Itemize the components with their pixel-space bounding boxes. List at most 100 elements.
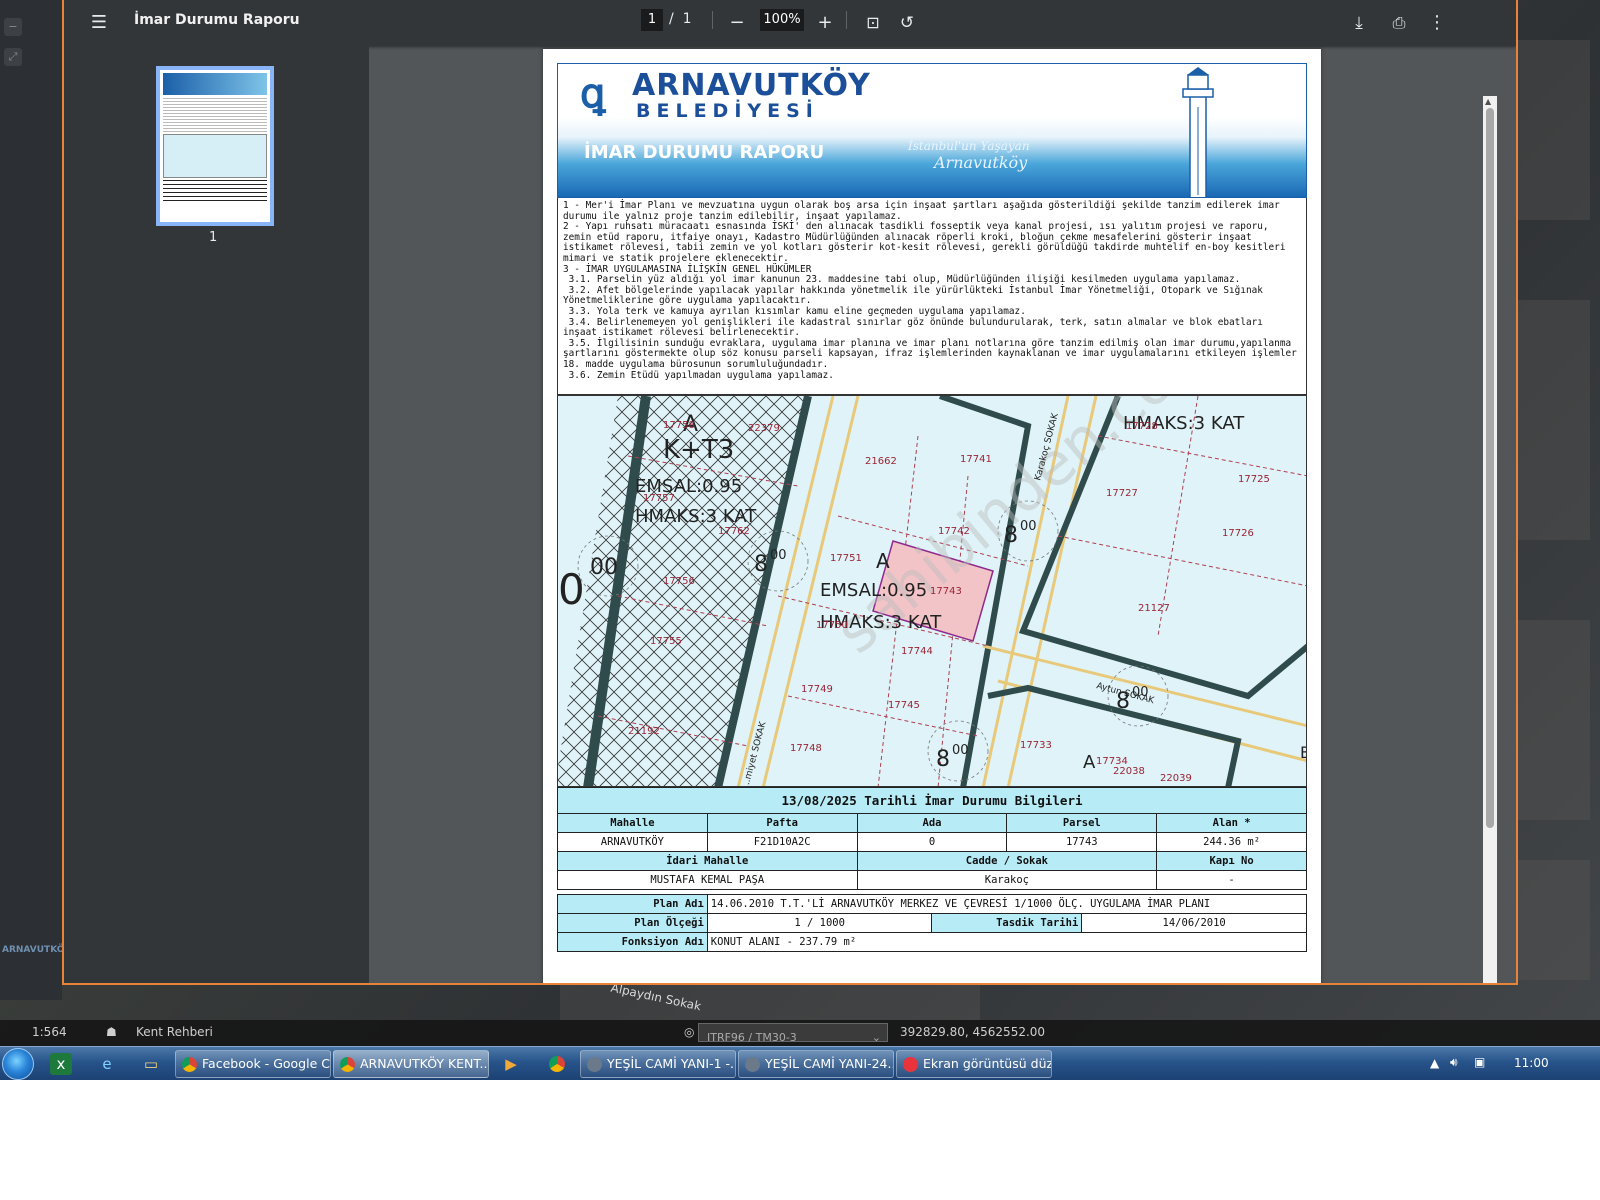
pdf-toolbar: ☰ İmar Durumu Raporu 1 / 1 − 100% + ⊡ ↺ … (64, 0, 1516, 46)
thumbnail-page-label: 1 (209, 230, 218, 245)
parcel-number-17742: 17742 (938, 526, 970, 537)
page-thumbnail[interactable] (156, 66, 274, 226)
rotate-icon[interactable]: ↺ (894, 10, 920, 36)
more-options-icon[interactable]: ⋮ (1424, 10, 1450, 36)
minus-icon[interactable]: − (4, 18, 22, 36)
zoom-in-icon[interactable]: + (812, 10, 838, 36)
map-scale: 1:564 (32, 1025, 67, 1039)
windows-taskbar: x e ▭ Facebook - Google C... ARNAVUTKÖY … (0, 1046, 1600, 1080)
value-kapi-no: - (1156, 870, 1307, 890)
header-plan-olcegi: Plan Ölçeği (557, 913, 708, 933)
parcel-number-17755: 17755 (650, 636, 682, 647)
zoning-map-drawing: sahibinden.com A K+T3 EMSAL:0.95 HMAKS:3… (558, 396, 1306, 786)
header-kapi-no: Kapı No (1156, 851, 1307, 871)
fullscreen-icon[interactable]: ⤢ (4, 48, 22, 66)
road-width-label: 8 (754, 552, 768, 577)
header-tasdik-tarihi: Tasdik Tarihi (931, 913, 1083, 933)
zoning-map: sahibinden.com A K+T3 EMSAL:0.95 HMAKS:3… (557, 395, 1307, 787)
header-idari-mahalle: İdari Mahalle (557, 851, 858, 871)
map-status-bar: 1:564 ☗ Kent Rehberi ◎ ITRF96 / TM30-3 ⌄ … (0, 1020, 1600, 1046)
task-facebook-chrome[interactable]: Facebook - Google C... (175, 1050, 331, 1078)
scroll-up-icon[interactable]: ▲ (1485, 97, 1491, 106)
page-number-input[interactable]: 1 (641, 9, 663, 31)
parcel-number-17745: 17745 (888, 700, 920, 711)
download-icon[interactable]: ⤓ (1346, 10, 1372, 36)
map-label: HMAKS:3 KAT (635, 506, 757, 527)
value-pafta: F21D10A2C (706, 832, 858, 852)
vertical-scrollbar[interactable]: ▲ ▼ (1483, 96, 1497, 983)
header-alan: Alan * (1156, 813, 1307, 833)
kent-rehberi-icon[interactable]: ☗ (106, 1025, 117, 1039)
value-plan-olcegi: 1 / 1000 (706, 913, 933, 933)
task-yesil-cami-1[interactable]: YEŞİL CAMİ YANI-1 -... (580, 1050, 736, 1078)
media-player-icon[interactable]: ▶ (500, 1053, 522, 1075)
file-explorer-icon[interactable]: ▭ (140, 1053, 162, 1075)
parcel-number-22379: 22379 (748, 423, 780, 434)
thumbnail-sidebar: 1 (64, 46, 369, 983)
map-label: EMSAL:0.95 (820, 580, 927, 601)
yandex-icon (903, 1057, 918, 1072)
start-button[interactable] (2, 1048, 34, 1080)
target-icon: ◎ (684, 1025, 695, 1039)
parcel-number-17748: 17748 (790, 743, 822, 754)
header-cadde-sokak: Cadde / Sokak (856, 851, 1158, 871)
value-idari-mahalle: MUSTAFA KEMAL PAŞA (557, 870, 858, 890)
fit-page-icon[interactable]: ⊡ (860, 10, 886, 36)
plan-info-table: Plan Adı 14.06.2010 T.T.'Lİ ARNAVUTKÖY M… (557, 894, 1308, 952)
lighthouse-icon (1182, 67, 1214, 197)
zoning-rules-text: 1 - Mer'i İmar Planı ve mevzuatına uygun… (557, 198, 1307, 395)
value-plan-adi: 14.06.2010 T.T.'Lİ ARNAVUTKÖY MERKEZ VE … (706, 894, 1308, 914)
print-icon[interactable]: ⎙ (1386, 10, 1412, 36)
parcel-number-17727: 17727 (1106, 488, 1138, 499)
map-label: 00 (590, 555, 618, 580)
kent-rehberi-label[interactable]: Kent Rehberi (136, 1025, 213, 1039)
zoom-out-icon[interactable]: − (724, 10, 750, 36)
header-ada: Ada (856, 813, 1008, 833)
parcel-number-22039: 22039 (1160, 773, 1192, 784)
report-banner: ꝗ ARNAVUTKÖY BELEDİYESİ İMAR DURUMU RAPO… (557, 63, 1307, 198)
paint-icon (745, 1057, 760, 1072)
task-yesil-cami-24[interactable]: YEŞİL CAMİ YANI-24... (738, 1050, 894, 1078)
chrome-icon[interactable] (546, 1053, 568, 1075)
parcel-number-17743: 17743 (930, 586, 962, 597)
header-plan-adi: Plan Adı (557, 894, 708, 914)
parcel-number-17757: 17757 (643, 493, 675, 504)
map-left-toolstrip: − ⤢ ARNAVUTKÖY (0, 0, 71, 1000)
map-label: A (1083, 752, 1096, 773)
municipality-name: ARNAVUTKÖY (632, 68, 871, 103)
info-title: 13/08/2025 Tarihli İmar Durumu Bilgileri (557, 787, 1307, 814)
zoom-level-input[interactable]: 100% (760, 9, 804, 31)
toolbar-divider (712, 11, 713, 29)
chrome-icon (182, 1057, 197, 1072)
pdf-page: ꝗ ARNAVUTKÖY BELEDİYESİ İMAR DURUMU RAPO… (543, 49, 1321, 983)
parcel-number-17751: 17751 (830, 553, 862, 564)
parcel-number-21127: 21127 (1138, 603, 1170, 614)
chrome-icon (340, 1057, 355, 1072)
system-tray: ▲ 🔊︎ ▣ 11:00 (1430, 1047, 1600, 1081)
internet-explorer-icon[interactable]: e (96, 1053, 118, 1075)
value-parsel: 17743 (1006, 832, 1158, 852)
toolbar-divider (846, 11, 847, 29)
report-title: İMAR DURUMU RAPORU (584, 142, 825, 163)
map-label: 0 (558, 565, 585, 614)
background-logo: ARNAVUTKÖY (2, 945, 71, 955)
parcel-number-17728: 17728 (1126, 421, 1158, 432)
road-width-label: 00 (770, 548, 787, 563)
banner-slogan: İstanbul'un Yaşayan Arnavutköy (908, 139, 1030, 172)
task-arnavutkoy-kent-rehberi[interactable]: ARNAVUTKÖY KENT... (333, 1050, 489, 1078)
parcel-number-17749: 17749 (801, 684, 833, 695)
parcel-number-17725: 17725 (1238, 474, 1270, 485)
road-width-label: 00 (1020, 519, 1037, 534)
excel-icon[interactable]: x (50, 1053, 72, 1075)
scrollbar-thumb[interactable] (1486, 108, 1494, 828)
parcel-number-17756: 17756 (663, 576, 695, 587)
volume-icon[interactable]: 🔊︎ (1450, 1055, 1458, 1070)
network-icon[interactable]: ▣ (1474, 1055, 1485, 1069)
header-pafta: Pafta (706, 813, 858, 833)
clock[interactable]: 11:00 (1514, 1056, 1549, 1070)
menu-icon[interactable]: ☰ (86, 10, 112, 36)
task-ekran-goruntusu[interactable]: Ekran görüntüsü düz... (896, 1050, 1052, 1078)
coordinate-system-select[interactable]: ITRF96 / TM30-3 ⌄ (698, 1023, 888, 1044)
parcel-number-17726: 17726 (1222, 528, 1254, 539)
tray-expand-icon[interactable]: ▲ (1430, 1056, 1439, 1070)
